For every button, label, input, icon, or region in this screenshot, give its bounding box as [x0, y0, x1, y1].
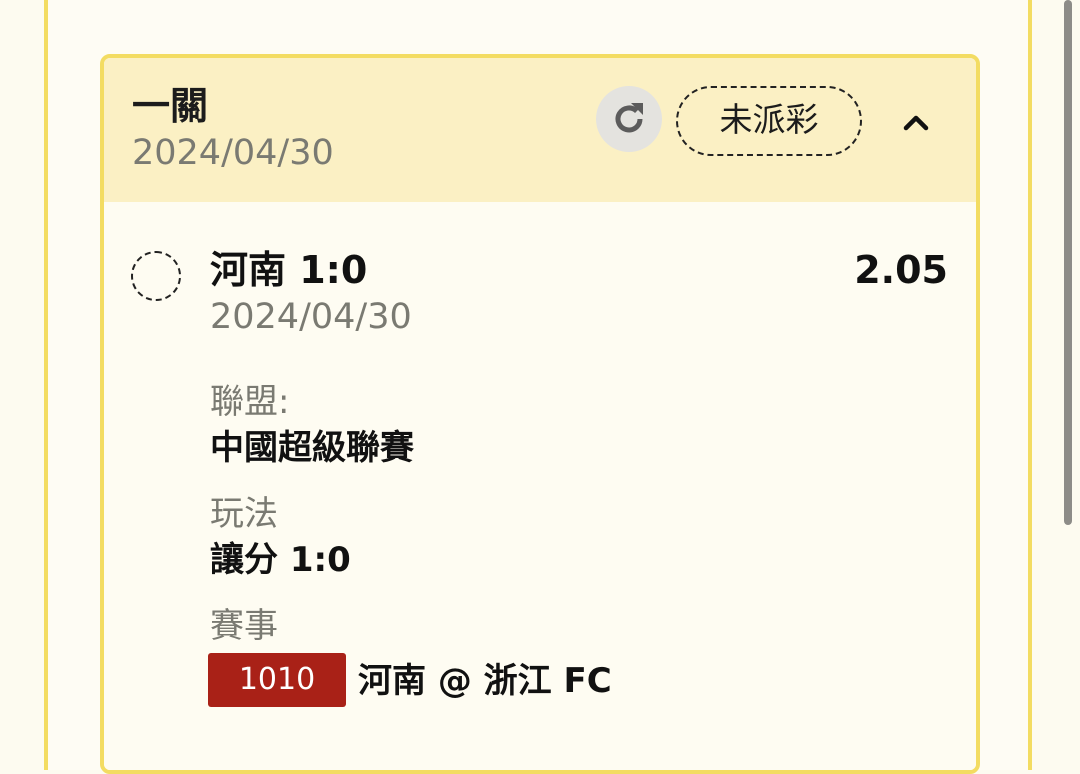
selection-date: 2024/04/30 [210, 297, 412, 337]
bet-date: 2024/04/30 [132, 133, 334, 173]
card-header[interactable]: 一關 2024/04/30 未派彩 [104, 58, 976, 202]
play-type-value: 讓分 1:0 [210, 540, 351, 580]
collapse-button[interactable] [898, 104, 934, 140]
league-value: 中國超級聯賽 [210, 428, 414, 468]
refresh-icon [615, 103, 643, 133]
refresh-button[interactable] [596, 86, 662, 152]
unselected-radio-icon[interactable] [131, 251, 181, 301]
bet-type-title: 一關 [132, 84, 209, 128]
payout-status-badge: 未派彩 [676, 86, 862, 156]
play-type-label: 玩法 [210, 494, 278, 534]
event-label: 賽事 [210, 606, 278, 646]
match-code-badge: 1010 [208, 653, 346, 707]
scrollbar[interactable] [1064, 0, 1072, 525]
match-name: 河南 @ 浙江 FC [358, 661, 612, 701]
league-label: 聯盟: [210, 382, 290, 422]
selection-odds: 2.05 [854, 248, 948, 292]
selection-title: 河南 1:0 [210, 248, 368, 292]
bet-slip-card: 一關 2024/04/30 未派彩 河南 1:0 2.05 2024/04/30… [100, 54, 980, 774]
chevron-up-icon [903, 115, 929, 131]
